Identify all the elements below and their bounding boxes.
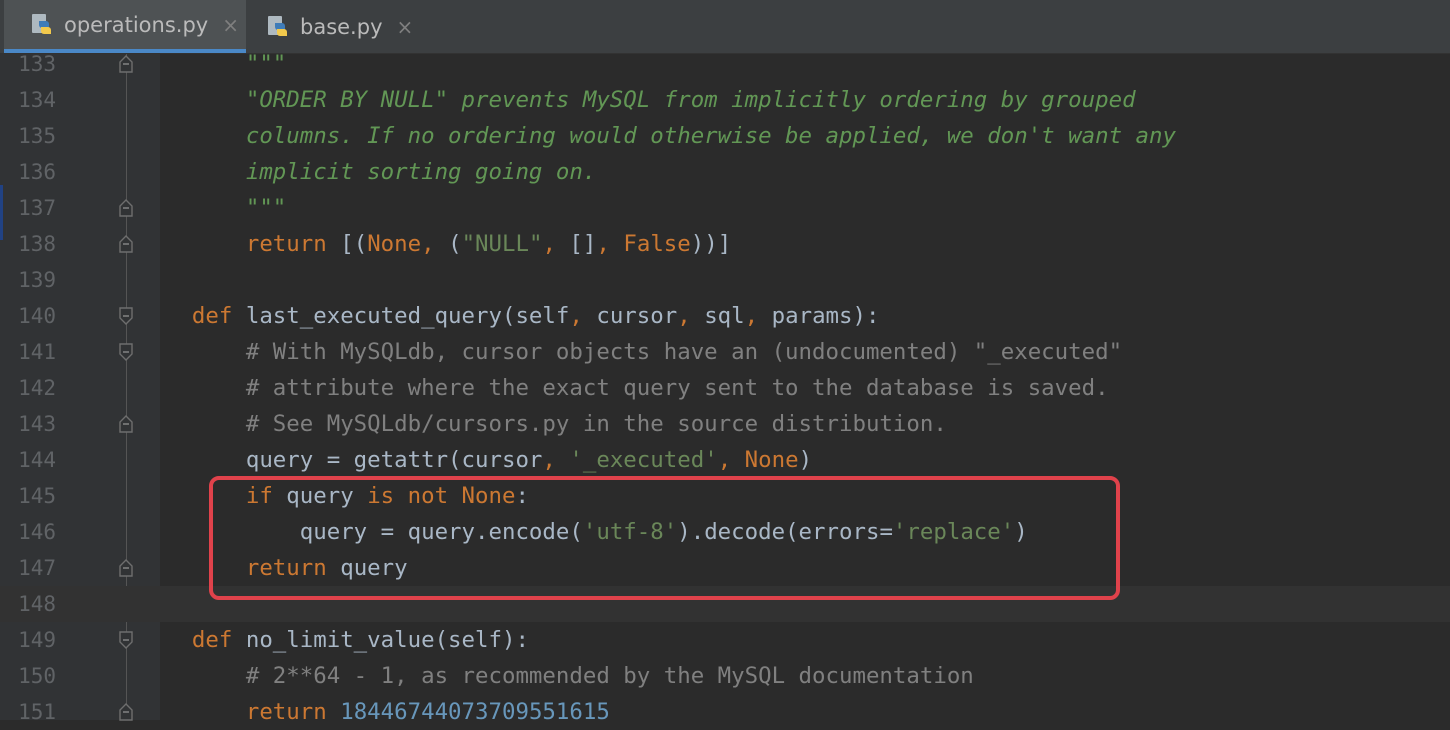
python-file-icon <box>32 13 51 34</box>
line-number: 137 <box>18 196 56 220</box>
code-text: """ <box>245 195 287 221</box>
code-line[interactable]: 135 columns. If no ordering would otherw… <box>0 118 1450 154</box>
code-line[interactable]: 133 """ <box>0 46 1450 82</box>
fold-end-icon[interactable] <box>118 234 134 254</box>
code-text: # 2**64 - 1, as recommended by the MySQL… <box>245 663 974 689</box>
line-number: 145 <box>18 484 56 508</box>
code-line[interactable]: 151 return 18446744073709551615 <box>0 694 1450 730</box>
fold-end-icon[interactable] <box>118 558 134 578</box>
line-number: 134 <box>18 88 56 112</box>
code-text: # With MySQLdb, cursor objects have an (… <box>245 339 1123 365</box>
code-line[interactable]: 134 "ORDER BY NULL" prevents MySQL from … <box>0 82 1450 118</box>
code-line[interactable]: 144 query = getattr(cursor, '_executed',… <box>0 442 1450 478</box>
code-line[interactable]: 137 """ <box>0 190 1450 226</box>
code-text: implicit sorting going on. <box>245 159 597 185</box>
code-text: return [(None, ("NULL", [], False))] <box>245 231 732 257</box>
tab-label: operations.py <box>64 12 209 37</box>
line-number: 136 <box>18 160 56 184</box>
fold-start-icon[interactable] <box>118 630 134 650</box>
close-tab-icon[interactable]: × <box>222 13 239 37</box>
line-number: 149 <box>18 628 56 652</box>
code-editor[interactable]: 133 """ 134 "ORDER BY NULL" prevents MySQ… <box>0 51 1450 725</box>
line-number: 139 <box>18 268 56 292</box>
line-number: 141 <box>18 340 56 364</box>
code-line[interactable]: 143 # See MySQLdb/cursors.py in the sour… <box>0 406 1450 442</box>
fold-start-icon[interactable] <box>118 306 134 326</box>
fold-end-icon[interactable] <box>118 414 134 434</box>
python-file-icon <box>268 15 287 36</box>
code-line[interactable]: 140 def last_executed_query(self, cursor… <box>0 298 1450 334</box>
code-line[interactable]: 139 <box>0 262 1450 298</box>
line-number: 140 <box>18 304 56 328</box>
line-number: 133 <box>18 52 56 76</box>
code-text: """ <box>245 51 287 77</box>
fold-start-icon[interactable] <box>118 342 134 362</box>
line-number: 144 <box>18 448 56 472</box>
line-number: 142 <box>18 376 56 400</box>
code-line[interactable]: 136 implicit sorting going on. <box>0 154 1450 190</box>
code-line[interactable]: 150 # 2**64 - 1, as recommended by the M… <box>0 658 1450 694</box>
line-number: 151 <box>18 700 56 724</box>
code-text: def last_executed_query(self, cursor, sq… <box>191 303 880 329</box>
line-number: 146 <box>18 520 56 544</box>
code-line[interactable]: 142 # attribute where the exact query se… <box>0 370 1450 406</box>
line-number: 138 <box>18 232 56 256</box>
line-number: 150 <box>18 664 56 688</box>
code-text: # See MySQLdb/cursors.py in the source d… <box>245 411 947 437</box>
fold-end-icon[interactable] <box>118 702 134 722</box>
line-number: 143 <box>18 412 56 436</box>
code-text: # attribute where the exact query sent t… <box>245 375 1109 401</box>
tab-label: base.py <box>300 14 383 39</box>
code-line[interactable]: 141 # With MySQLdb, cursor objects have … <box>0 334 1450 370</box>
code-text: query = getattr(cursor, '_executed', Non… <box>245 447 813 473</box>
code-text: def no_limit_value(self): <box>191 627 529 653</box>
close-tab-icon[interactable]: × <box>397 15 414 39</box>
code-line[interactable]: 138 return [(None, ("NULL", [], False))] <box>0 226 1450 262</box>
line-number: 135 <box>18 124 56 148</box>
code-text: columns. If no ordering would otherwise … <box>245 123 1176 149</box>
line-number: 147 <box>18 556 56 580</box>
highlight-annotation-box <box>209 476 1120 600</box>
fold-end-icon[interactable] <box>118 54 134 74</box>
fold-end-icon[interactable] <box>118 198 134 218</box>
code-text: return 18446744073709551615 <box>245 699 610 725</box>
line-number: 148 <box>18 592 56 616</box>
code-line[interactable]: 149 def no_limit_value(self): <box>0 622 1450 658</box>
code-text: "ORDER BY NULL" prevents MySQL from impl… <box>245 87 1136 113</box>
